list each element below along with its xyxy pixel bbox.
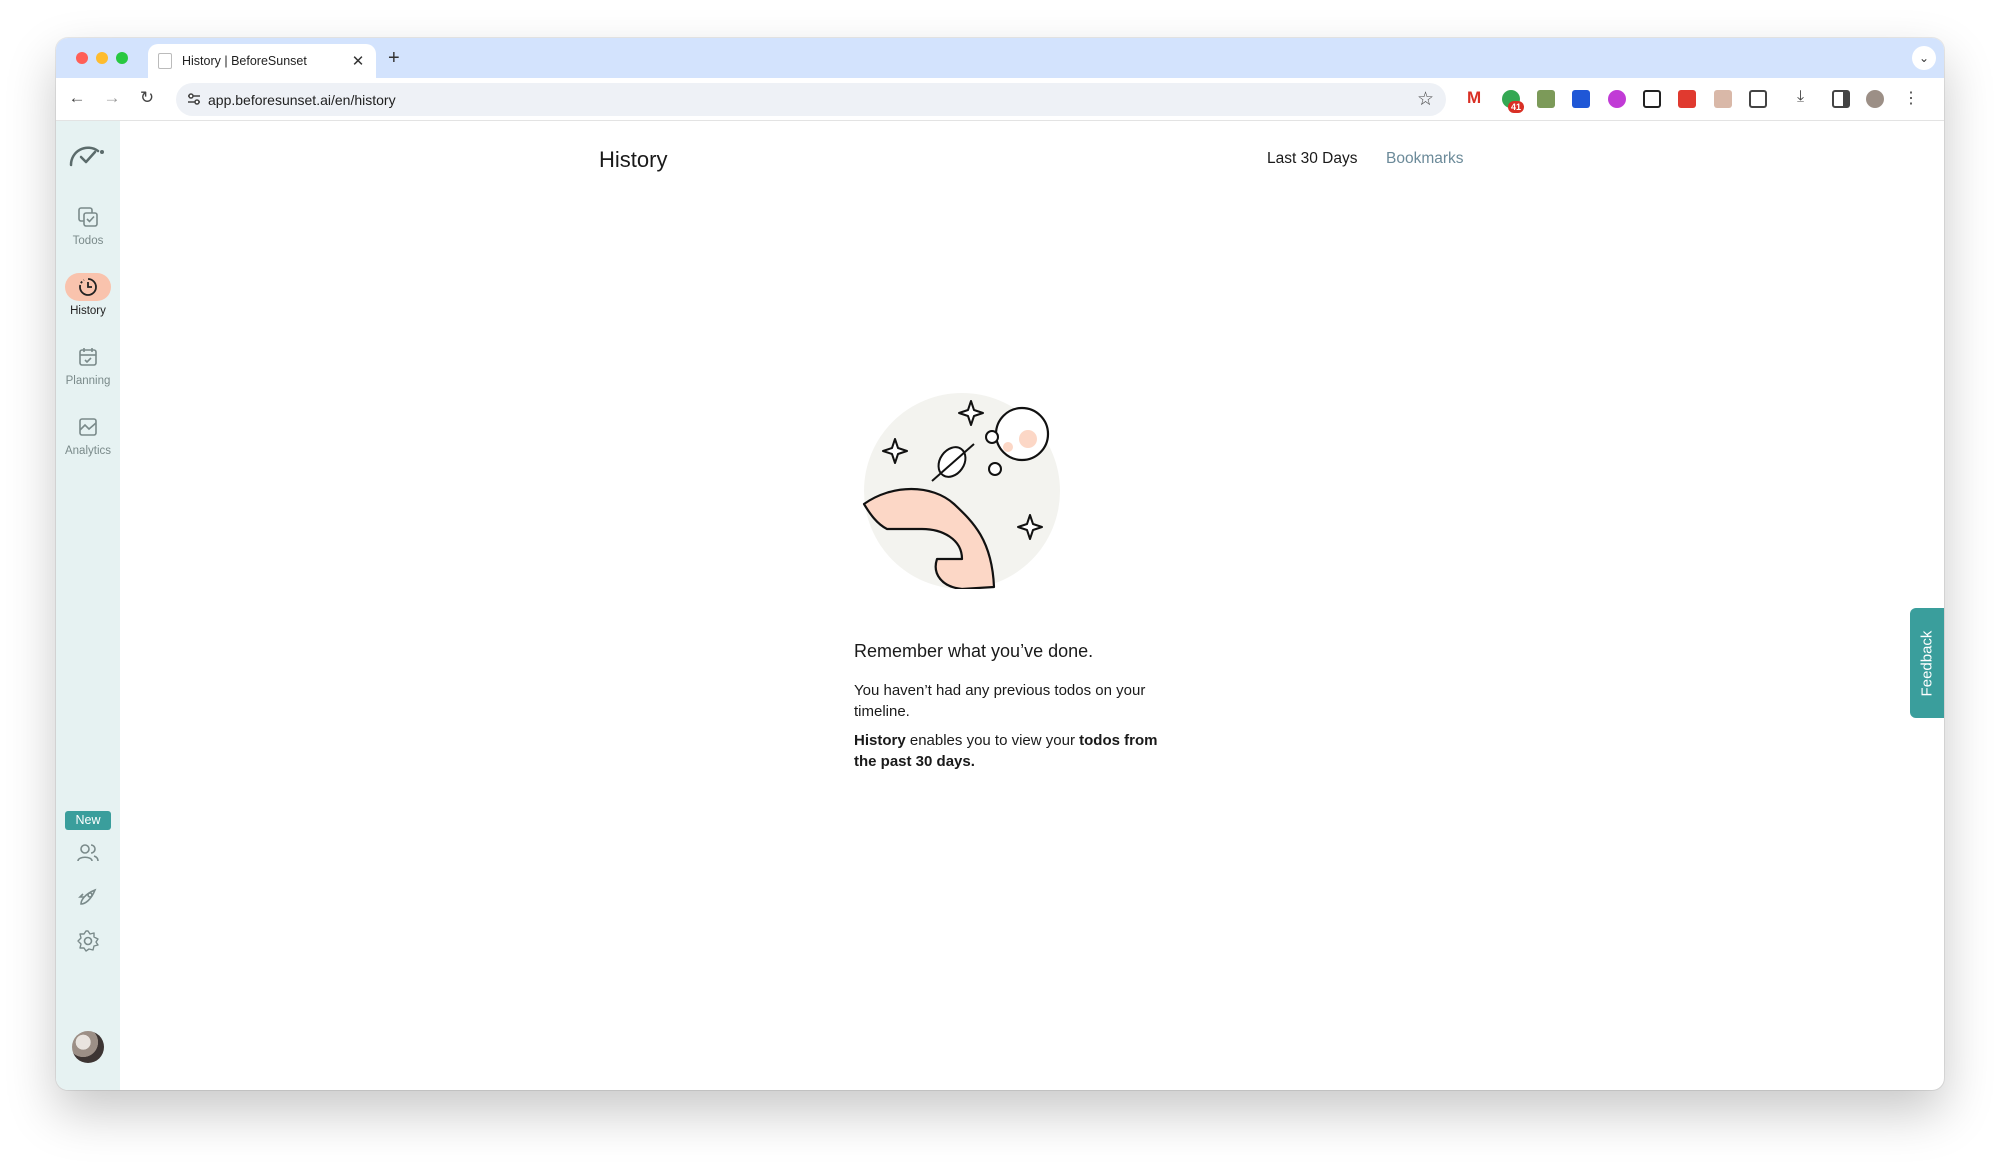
tab-close-icon[interactable]: ✕: [350, 52, 366, 70]
user-avatar[interactable]: [72, 1031, 104, 1063]
bookmark-star-icon[interactable]: ☆: [1417, 88, 1434, 111]
reload-icon[interactable]: ↻: [136, 88, 158, 108]
extension-icon[interactable]: [1537, 90, 1555, 108]
sidebar-item-todos[interactable]: Todos: [56, 203, 120, 247]
beforesunset-logo-icon[interactable]: [68, 143, 108, 171]
sidebar: Todos History Planning Analytics New: [56, 121, 120, 1090]
forward-icon[interactable]: →: [101, 88, 123, 108]
minimize-window-button[interactable]: [96, 52, 108, 64]
browser-toolbar: ← → ↻ app.beforesunset.ai/en/history ☆ M…: [56, 78, 1944, 121]
app-container: Todos History Planning Analytics New His…: [56, 121, 1944, 1090]
sidebar-item-label: Analytics: [64, 445, 112, 457]
history-icon: [65, 273, 111, 301]
page-icon: [158, 53, 172, 69]
browser-tab[interactable]: History | BeforeSunset ✕: [148, 44, 376, 78]
tab-bookmarks[interactable]: Bookmarks: [1386, 150, 1464, 168]
tab-search-chevron-icon[interactable]: ⌄: [1912, 46, 1936, 70]
sidebar-item-label: History: [70, 305, 106, 317]
extension-badge: 41: [1508, 101, 1525, 113]
extension-icon[interactable]: [1608, 90, 1626, 108]
sidebar-item-label: Todos: [72, 235, 104, 247]
empty-state-heading: Remember what you’ve done.: [854, 641, 1094, 661]
feedback-button[interactable]: Feedback: [1910, 608, 1944, 718]
sidebar-item-analytics[interactable]: Analytics: [56, 413, 120, 457]
gmail-extension-icon[interactable]: M: [1467, 88, 1485, 107]
site-info-icon[interactable]: [186, 91, 202, 107]
page-title: History: [599, 147, 668, 172]
tab-title: History | BeforeSunset: [182, 54, 307, 68]
new-tab-button[interactable]: +: [388, 47, 400, 70]
profile-avatar-icon[interactable]: [1866, 90, 1884, 108]
side-panel-icon[interactable]: [1832, 90, 1850, 108]
new-badge: New: [65, 811, 111, 830]
space-illustration: [862, 393, 1060, 589]
back-icon[interactable]: ←: [66, 88, 88, 108]
sidebar-item-planning[interactable]: Planning: [56, 343, 120, 387]
planning-icon: [65, 343, 111, 371]
description-text: enables you to view your: [905, 732, 1080, 749]
sidebar-item-history[interactable]: History: [56, 273, 120, 317]
sidebar-item-label: Planning: [65, 375, 111, 387]
todoist-extension-icon[interactable]: [1678, 90, 1696, 108]
rocket-icon[interactable]: [76, 885, 100, 909]
history-bold-text: History: [854, 732, 906, 749]
address-bar[interactable]: app.beforesunset.ai/en/history ☆: [176, 83, 1446, 116]
analytics-icon: [65, 413, 111, 441]
browser-window: History | BeforeSunset ✕ + ⌄ ← → ↻ app.b…: [56, 38, 1944, 1090]
close-window-button[interactable]: [76, 52, 88, 64]
menu-kebab-icon[interactable]: ⋮: [1903, 88, 1921, 107]
tab-strip: History | BeforeSunset ✕ + ⌄: [56, 38, 1944, 78]
team-users-icon[interactable]: [76, 841, 100, 865]
todos-icon: [65, 203, 111, 231]
extensions-puzzle-icon[interactable]: [1749, 90, 1767, 108]
notion-extension-icon[interactable]: [1643, 90, 1661, 108]
download-icon[interactable]: ⤓: [1797, 88, 1815, 106]
tab-last-30-days[interactable]: Last 30 Days: [1267, 150, 1357, 168]
extension-icon[interactable]: [1572, 90, 1590, 108]
maximize-window-button[interactable]: [116, 52, 128, 64]
settings-gear-icon[interactable]: [76, 929, 100, 953]
feedback-label: Feedback: [1918, 630, 1936, 696]
extension-icon[interactable]: [1714, 90, 1732, 108]
empty-state-description: History enables you to view your todos f…: [854, 730, 1184, 772]
url-text[interactable]: app.beforesunset.ai/en/history: [208, 92, 396, 108]
empty-state-text: You haven’t had any previous todos on yo…: [854, 682, 1146, 720]
